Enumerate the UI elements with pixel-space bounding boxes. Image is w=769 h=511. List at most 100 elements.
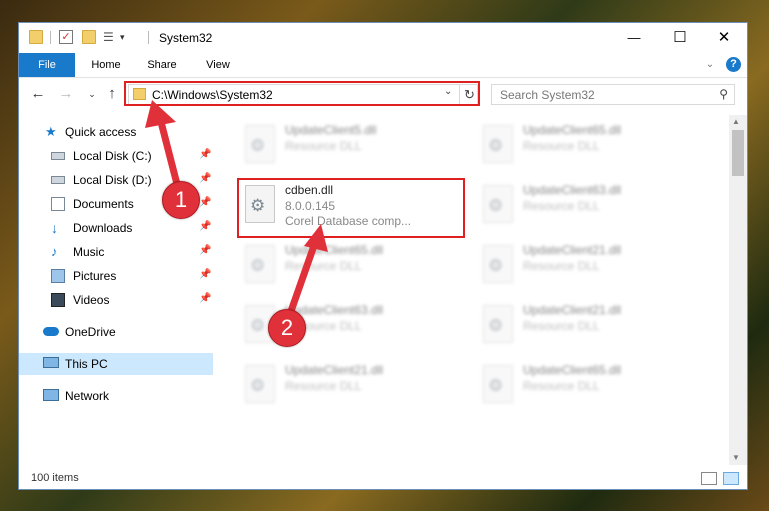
- item-count: 100 items: [31, 472, 79, 484]
- properties-icon[interactable]: ✓: [59, 30, 73, 44]
- file-item[interactable]: UpdateClient65.dll Resource DLL: [237, 239, 457, 289]
- search-input[interactable]: Search System32 ⚲: [491, 84, 735, 105]
- file-name: UpdateClient63.dll: [523, 183, 622, 197]
- sidebar-item-downloads[interactable]: ↓ Downloads 📌: [19, 217, 213, 239]
- file-item[interactable]: UpdateClient63.dll Resource DLL: [475, 179, 695, 229]
- sidebar-item-local-disk-c[interactable]: Local Disk (C:) 📌: [19, 145, 213, 167]
- file-name: UpdateClient65.dll: [523, 123, 622, 137]
- dll-file-icon: [245, 365, 275, 403]
- separator: [50, 31, 51, 44]
- sidebar-item-label: Documents: [73, 197, 134, 211]
- vertical-scrollbar[interactable]: ▲ ▼: [729, 115, 747, 465]
- sidebar-item-label: Videos: [73, 293, 110, 307]
- scrollbar-thumb[interactable]: [732, 130, 744, 176]
- file-description: Resource DLL: [523, 319, 600, 333]
- file-name: UpdateClient5.dll: [285, 123, 377, 137]
- sidebar-item-label: Local Disk (C:): [73, 149, 152, 163]
- sidebar-item-network[interactable]: Network: [19, 385, 213, 407]
- pin-icon[interactable]: 📌: [199, 173, 211, 184]
- details-view-icon[interactable]: [701, 472, 717, 485]
- scroll-up-icon[interactable]: ▲: [732, 117, 740, 126]
- pictures-icon: [51, 269, 65, 283]
- dll-file-icon: [245, 245, 275, 283]
- file-name: UpdateClient21.dll: [523, 243, 622, 257]
- pin-icon[interactable]: 📌: [199, 197, 211, 208]
- file-list: UpdateClient5.dll Resource DLL cdben.dll…: [217, 115, 729, 465]
- sidebar-item-label: Quick access: [65, 125, 137, 139]
- videos-icon: [51, 293, 65, 307]
- file-description: Resource DLL: [523, 199, 600, 213]
- dll-file-icon: [483, 125, 513, 163]
- quick-access-dropdown-icon[interactable]: ▾: [120, 30, 134, 44]
- dll-file-icon: [483, 245, 513, 283]
- sidebar-item-this-pc[interactable]: This PC: [19, 353, 213, 375]
- search-placeholder: Search System32: [500, 88, 595, 102]
- pin-icon[interactable]: 📌: [199, 245, 211, 256]
- dll-file-icon: [245, 125, 275, 163]
- folder-icon[interactable]: [29, 30, 43, 44]
- cloud-icon: [43, 327, 59, 336]
- sidebar-item-label: Downloads: [73, 221, 133, 235]
- file-item[interactable]: UpdateClient65.dll Resource DLL: [475, 119, 695, 169]
- close-button[interactable]: ✕: [701, 23, 747, 53]
- file-item[interactable]: UpdateClient5.dll Resource DLL: [237, 119, 457, 169]
- file-item[interactable]: UpdateClient65.dll Resource DLL: [475, 359, 695, 409]
- separator: [148, 31, 149, 44]
- file-description: Resource DLL: [285, 139, 362, 153]
- forward-arrow-icon[interactable]: →: [57, 84, 75, 104]
- pin-icon[interactable]: 📌: [199, 269, 211, 280]
- file-highlight: [237, 178, 465, 238]
- new-folder-icon[interactable]: [82, 30, 96, 44]
- tab-home[interactable]: Home: [81, 53, 131, 77]
- customize-icon[interactable]: ☰: [103, 30, 117, 44]
- back-arrow-icon[interactable]: ←: [29, 84, 47, 104]
- network-icon: [43, 389, 59, 401]
- step-1-badge: 1: [162, 181, 200, 219]
- tab-file[interactable]: File: [19, 53, 75, 77]
- tab-share[interactable]: Share: [137, 53, 187, 77]
- dll-file-icon: [483, 305, 513, 343]
- sidebar-item-music[interactable]: ♪ Music 📌: [19, 241, 213, 263]
- scroll-down-icon[interactable]: ▼: [732, 453, 740, 462]
- search-icon: ⚲: [719, 87, 728, 101]
- title-bar: ✓ ☰ ▾ System32 — ☐ ✕: [19, 23, 747, 53]
- tab-view[interactable]: View: [193, 53, 243, 77]
- file-description: Resource DLL: [523, 259, 600, 273]
- pin-icon[interactable]: 📌: [199, 149, 211, 160]
- sidebar-item-label: OneDrive: [65, 325, 116, 339]
- sidebar-item-label: Pictures: [73, 269, 117, 283]
- pin-icon[interactable]: 📌: [199, 293, 211, 304]
- large-icons-view-icon[interactable]: [723, 472, 739, 485]
- step-2-badge: 2: [268, 309, 306, 347]
- status-bar: 100 items: [19, 469, 747, 489]
- sidebar-item-label: Music: [73, 245, 105, 259]
- up-arrow-icon[interactable]: ↑: [103, 84, 121, 104]
- file-name: UpdateClient65.dll: [523, 363, 622, 377]
- star-icon: ★: [45, 124, 57, 139]
- sidebar-item-onedrive[interactable]: OneDrive: [19, 321, 213, 343]
- file-item[interactable]: UpdateClient21.dll Resource DLL: [475, 299, 695, 349]
- sidebar-item-pictures[interactable]: Pictures 📌: [19, 265, 213, 287]
- file-description: Resource DLL: [285, 379, 362, 393]
- file-description: Resource DLL: [523, 379, 600, 393]
- chevron-down-icon[interactable]: ⌄: [703, 53, 717, 77]
- minimize-button[interactable]: —: [611, 23, 657, 53]
- music-icon: ♪: [51, 244, 58, 259]
- file-item[interactable]: UpdateClient21.dll Resource DLL: [237, 359, 457, 409]
- maximize-button[interactable]: ☐: [657, 23, 703, 53]
- ribbon: File Home Share View ⌄ ?: [19, 53, 747, 78]
- sidebar-item-label: This PC: [65, 357, 108, 371]
- sidebar-item-videos[interactable]: Videos 📌: [19, 289, 213, 311]
- file-description: Resource DLL: [285, 259, 362, 273]
- help-icon[interactable]: ?: [726, 57, 741, 72]
- sidebar-item-quick-access[interactable]: ★ Quick access: [19, 121, 213, 143]
- file-name: UpdateClient21.dll: [523, 303, 622, 317]
- file-name: UpdateClient65.dll: [285, 243, 384, 257]
- dll-file-icon: [483, 365, 513, 403]
- window-title: System32: [159, 31, 213, 45]
- dll-file-icon: [483, 185, 513, 223]
- file-item[interactable]: UpdateClient21.dll Resource DLL: [475, 239, 695, 289]
- file-description: Resource DLL: [523, 139, 600, 153]
- pin-icon[interactable]: 📌: [199, 221, 211, 232]
- recent-locations-icon[interactable]: ⌄: [83, 84, 101, 104]
